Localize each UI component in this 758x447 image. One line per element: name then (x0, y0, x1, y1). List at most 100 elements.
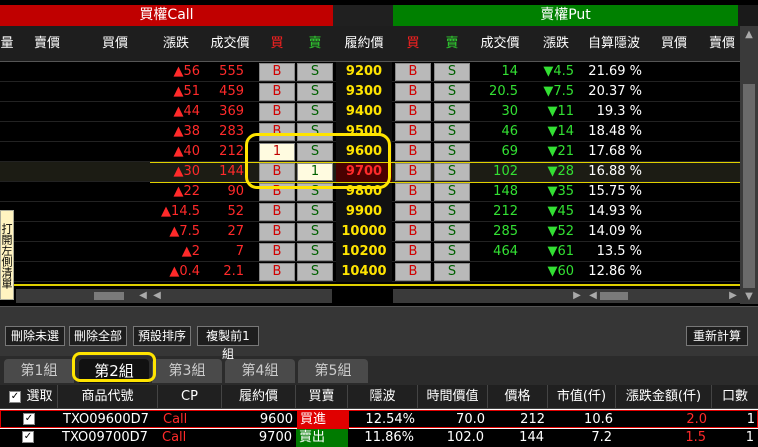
grid-row[interactable]: ✓ TXO09600D7 Call 9600 買進 12.54% 70.0 21… (0, 410, 758, 429)
col-implied-vol[interactable]: 自算隱波 (584, 26, 644, 62)
grid-side-buy: 買進 (297, 411, 349, 429)
delete-unselected-button[interactable]: 刪除未選 (5, 326, 65, 346)
put-price: 148 (493, 184, 518, 199)
call-buy-button[interactable]: B (259, 203, 295, 221)
scroll-down-arrow-icon[interactable]: ▼ (742, 290, 756, 304)
call-sell-button[interactable]: S (297, 223, 333, 241)
grid-col-select[interactable]: 選取 (22, 385, 58, 409)
scroll-left-arrow-icon[interactable]: ◀ (136, 289, 150, 303)
put-horizontal-scrollbar[interactable] (393, 289, 740, 303)
col-call-change[interactable]: 漲跌 (150, 26, 202, 62)
put-buy-button[interactable]: B (395, 263, 431, 281)
put-sell-button[interactable]: S (434, 83, 470, 101)
put-buy-button[interactable]: B (395, 143, 431, 161)
col-call-bid[interactable]: 買價 (80, 26, 150, 62)
call-buy-button[interactable]: B (259, 63, 295, 81)
col-strike[interactable]: 履約價 (334, 26, 394, 62)
delete-all-button[interactable]: 刪除全部 (69, 326, 127, 346)
col-put-bid[interactable]: 買價 (644, 26, 704, 62)
grid-col-side[interactable]: 買賣 (296, 385, 348, 409)
call-buy-button[interactable]: B (259, 263, 295, 281)
put-buy-button[interactable]: B (395, 183, 431, 201)
tab-group-5[interactable]: 第5組 (298, 359, 368, 383)
call-buy-button[interactable]: B (259, 83, 295, 101)
call-buy-button[interactable]: B (259, 243, 295, 261)
strike-price: 9300 (345, 84, 383, 99)
grid-col-cp[interactable]: CP (158, 385, 222, 409)
call-change: ▲2 (181, 244, 200, 259)
col-put-change[interactable]: 漲跌 (528, 26, 584, 62)
copy-previous-group-button[interactable]: 複製前1組 (197, 326, 259, 361)
put-change: ▼61 (547, 244, 574, 259)
scroll-right-arrow-icon[interactable]: ◀ (150, 289, 164, 303)
put-sell-button[interactable]: S (434, 243, 470, 261)
call-sell-button[interactable]: S (297, 103, 333, 121)
row-checkbox[interactable]: ✓ (23, 413, 35, 425)
grid-col-qty[interactable]: 口數 (712, 385, 758, 409)
col-volume[interactable]: 量 (0, 26, 14, 62)
grid-col-time-value[interactable]: 時間價值 (418, 385, 488, 409)
grid-col-code[interactable]: 商品代號 (58, 385, 158, 409)
put-buy-button[interactable]: B (395, 223, 431, 241)
put-sell-button[interactable]: S (434, 203, 470, 221)
tab-group-4[interactable]: 第4組 (225, 359, 295, 383)
put-buy-button[interactable]: B (395, 163, 431, 181)
open-left-list-tab[interactable]: 打開左側清單 (0, 210, 14, 300)
grid-row[interactable]: ✓ TXO09700D7 Call 9700 賣出 11.86% 102.0 1… (0, 429, 758, 447)
grid-mkt-value: 7.2 (591, 430, 612, 445)
scroll-up-arrow-icon[interactable]: ▲ (742, 28, 756, 42)
call-buy-button[interactable]: B (259, 103, 295, 121)
put-sell-button[interactable]: S (434, 263, 470, 281)
put-sell-button[interactable]: S (434, 143, 470, 161)
col-call-ask[interactable]: 賣價 (14, 26, 80, 62)
call-horizontal-scroll-thumb[interactable] (94, 292, 124, 300)
call-horizontal-scrollbar[interactable] (16, 289, 332, 303)
scroll-right-arrow-icon[interactable]: ▶ (570, 289, 584, 303)
select-all-checkbox[interactable]: ✓ (9, 391, 21, 403)
put-buy-button[interactable]: B (395, 63, 431, 81)
col-put-price[interactable]: 成交價 (472, 26, 528, 62)
scroll-right-arrow-icon[interactable]: ▶ (726, 289, 740, 303)
call-sell-button[interactable]: S (297, 203, 333, 221)
row-checkbox[interactable]: ✓ (22, 431, 34, 443)
call-price: 459 (219, 84, 244, 99)
implied-vol: 20.37 % (588, 84, 642, 99)
grid-col-strike[interactable]: 履約價 (222, 385, 296, 409)
grid-col-mkt-value[interactable]: 市值(仟) (548, 385, 616, 409)
call-price: 7 (235, 244, 244, 259)
put-sell-button[interactable]: S (434, 183, 470, 201)
put-buy-button[interactable]: B (395, 83, 431, 101)
strike-header-spacer (333, 5, 393, 26)
grid-col-chg-amount[interactable]: 漲跌金額(仟) (616, 385, 712, 409)
grid-col-iv[interactable]: 隱波 (348, 385, 418, 409)
default-sort-button[interactable]: 預設排序 (133, 326, 191, 346)
put-sell-button[interactable]: S (434, 223, 470, 241)
call-sell-button[interactable]: S (297, 243, 333, 261)
tab-group-1[interactable]: 第1組 (4, 359, 74, 383)
strike-price: 10000 (341, 224, 387, 239)
put-sell-button[interactable]: S (434, 123, 470, 141)
scroll-left-arrow-icon[interactable]: ◀ (586, 289, 600, 303)
call-sell-button[interactable]: S (297, 263, 333, 281)
recalculate-button[interactable]: 重新計算 (686, 326, 748, 346)
col-call-price[interactable]: 成交價 (202, 26, 258, 62)
put-horizontal-scroll-thumb[interactable] (600, 292, 628, 300)
grid-col-price[interactable]: 價格 (488, 385, 548, 409)
call-sell-button[interactable]: S (297, 63, 333, 81)
col-put-ask[interactable]: 賣價 (704, 26, 740, 62)
put-buy-button[interactable]: B (395, 243, 431, 261)
tab-group-3[interactable]: 第3組 (152, 359, 222, 383)
put-buy-button[interactable]: B (395, 123, 431, 141)
put-sell-button[interactable]: S (434, 163, 470, 181)
put-sell-button[interactable]: S (434, 103, 470, 121)
put-buy-button[interactable]: B (395, 203, 431, 221)
implied-vol: 14.09 % (588, 224, 642, 239)
call-sell-button[interactable]: S (297, 83, 333, 101)
grid-strike: 9700 (258, 430, 292, 445)
selected-row-border-top (150, 162, 740, 163)
put-buy-button[interactable]: B (395, 103, 431, 121)
chain-vertical-scroll-thumb[interactable] (743, 84, 755, 288)
implied-vol: 14.93 % (588, 204, 642, 219)
call-buy-button[interactable]: B (259, 223, 295, 241)
put-sell-button[interactable]: S (434, 63, 470, 81)
